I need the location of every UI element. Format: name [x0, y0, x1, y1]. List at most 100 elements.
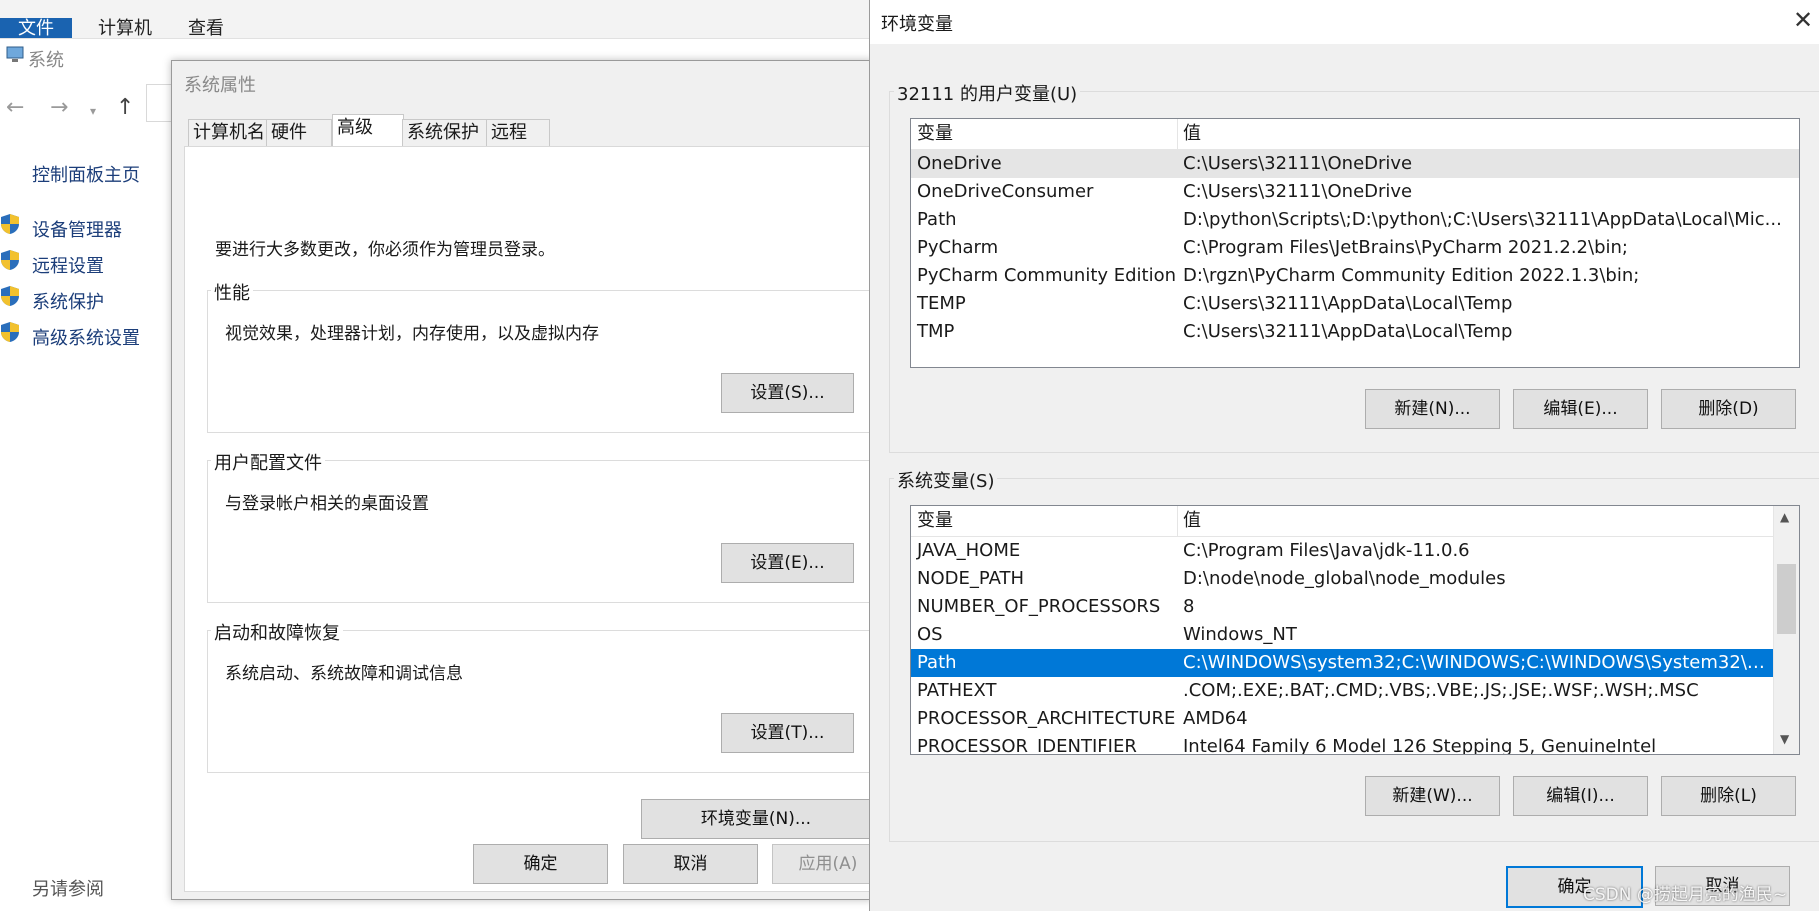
- user-delete-button[interactable]: 删除(D): [1661, 389, 1796, 429]
- table-row[interactable]: PROCESSOR_ARCHITECTURE AMD64: [911, 705, 1773, 733]
- chevron-down-icon[interactable]: ▾: [90, 104, 96, 118]
- row-variable: Path: [917, 652, 957, 673]
- control-panel-home-link[interactable]: 控制面板主页: [32, 161, 140, 187]
- tab-remote[interactable]: 远程: [486, 119, 550, 146]
- dialog-title: 环境变量: [881, 14, 953, 35]
- close-icon[interactable]: ✕: [1793, 6, 1813, 34]
- table-row[interactable]: NUMBER_OF_PROCESSORS 8: [911, 593, 1773, 621]
- row-variable: TMP: [917, 321, 955, 342]
- list-header: 变量 值: [911, 506, 1773, 537]
- row-value: C:\WINDOWS\system32;C:\WINDOWS;C:\WINDOW…: [1183, 652, 1765, 673]
- system-variables-label: 系统变量(S): [894, 467, 998, 493]
- startup-recovery-group-label: 启动和故障恢复: [211, 619, 343, 645]
- table-row[interactable]: OS Windows_NT: [911, 621, 1773, 649]
- row-variable: PROCESSOR_ARCHITECTURE: [917, 708, 1176, 729]
- performance-settings-button[interactable]: 设置(S)...: [721, 373, 854, 413]
- system-variables-list[interactable]: 变量 值 JAVA_HOME C:\Program Files\Java\jdk-…: [910, 505, 1800, 755]
- sidebar-item-system-protection[interactable]: 系统保护: [32, 288, 104, 314]
- row-value: D:\rgzn\PyCharm Community Edition 2022.1…: [1183, 265, 1640, 286]
- ribbon-tab-computer[interactable]: 计算机: [80, 18, 170, 39]
- table-row[interactable]: Path D:\python\Scripts\;D:\python\;C:\Use…: [911, 206, 1799, 234]
- sidebar-item-remote-settings[interactable]: 远程设置: [32, 252, 104, 278]
- row-variable: NUMBER_OF_PROCESSORS: [917, 596, 1161, 617]
- uac-shield-icon: [0, 321, 20, 343]
- row-value: AMD64: [1183, 708, 1248, 729]
- user-profiles-settings-button[interactable]: 设置(E)...: [721, 543, 854, 583]
- row-value: .COM;.EXE;.BAT;.CMD;.VBS;.VBE;.JS;.JSE;.…: [1183, 680, 1699, 701]
- user-variables-label: 32111 的用户变量(U): [894, 80, 1081, 106]
- uac-shield-icon: [0, 249, 20, 271]
- watermark-text: CSDN @捞起月亮的渔民~: [1583, 885, 1788, 905]
- ribbon-tab-file[interactable]: 文件: [0, 18, 72, 39]
- row-value: Windows_NT: [1183, 624, 1297, 645]
- column-divider[interactable]: [1177, 119, 1178, 149]
- user-variables-list[interactable]: 变量 值 OneDrive C:\Users\32111\OneDrive One…: [910, 118, 1800, 368]
- up-icon[interactable]: ↑: [116, 95, 134, 120]
- user-profiles-desc: 与登录帐户相关的桌面设置: [225, 494, 429, 514]
- scroll-down-icon[interactable]: ▼: [1780, 732, 1789, 746]
- scrollbar-thumb[interactable]: [1777, 564, 1796, 634]
- tab-panel-advanced: 要进行大多数更改，你必须作为管理员登录。 性能 视觉效果，处理器计划，内存使用，…: [184, 146, 909, 892]
- vertical-scrollbar[interactable]: ▲ ▼: [1773, 506, 1799, 754]
- system-edit-button[interactable]: 编辑(I)...: [1513, 776, 1648, 816]
- column-header-variable[interactable]: 变量: [917, 119, 953, 149]
- table-row[interactable]: TEMP C:\Users\32111\AppData\Local\Temp: [911, 290, 1799, 318]
- column-header-value[interactable]: 值: [1183, 506, 1765, 536]
- tab-advanced[interactable]: 高级: [332, 114, 404, 148]
- forward-icon[interactable]: →: [50, 95, 68, 120]
- table-row[interactable]: PATHEXT .COM;.EXE;.BAT;.CMD;.VBS;.VBE;.JS…: [911, 677, 1773, 705]
- sidebar-item-advanced-settings[interactable]: 高级系统设置: [32, 324, 140, 350]
- performance-group-label: 性能: [211, 279, 253, 305]
- ok-button[interactable]: 确定: [473, 844, 608, 884]
- row-variable: Path: [917, 209, 957, 230]
- table-row[interactable]: PROCESSOR_IDENTIFIER Intel64 Family 6 Mod…: [911, 733, 1773, 755]
- row-value: C:\Users\32111\AppData\Local\Temp: [1183, 293, 1513, 314]
- row-value: C:\Users\32111\AppData\Local\Temp: [1183, 321, 1513, 342]
- sidebar-item-device-manager[interactable]: 设备管理器: [32, 216, 122, 242]
- row-value: C:\Users\32111\OneDrive: [1183, 153, 1413, 174]
- row-value: C:\Users\32111\OneDrive: [1183, 181, 1413, 202]
- table-row[interactable]: PyCharm C:\Program Files\JetBrains\PyChar…: [911, 234, 1799, 262]
- user-profiles-group-label: 用户配置文件: [211, 449, 325, 475]
- row-variable: OS: [917, 624, 943, 645]
- address-bar[interactable]: [146, 84, 173, 122]
- table-row[interactable]: JAVA_HOME C:\Program Files\Java\jdk-11.0.…: [911, 537, 1773, 565]
- row-variable: JAVA_HOME: [917, 540, 1021, 561]
- table-row-selected[interactable]: Path C:\WINDOWS\system32;C:\WINDOWS;C:\WI…: [911, 649, 1773, 677]
- apply-button[interactable]: 应用(A): [772, 844, 884, 884]
- back-icon[interactable]: ←: [6, 95, 24, 120]
- row-value: D:\python\Scripts\;D:\python\;C:\Users\3…: [1183, 209, 1782, 230]
- address-label: 系统: [28, 50, 64, 71]
- row-value: C:\Program Files\JetBrains\PyCharm 2021.…: [1183, 237, 1628, 258]
- system-new-button[interactable]: 新建(W)...: [1365, 776, 1500, 816]
- tab-computer-name[interactable]: 计算机名: [188, 119, 274, 146]
- row-variable: NODE_PATH: [917, 568, 1025, 589]
- system-properties-dialog: 系统属性 计算机名 硬件 高级 系统保护 远程 要进行大多数更改，你必须作为管理…: [171, 60, 909, 900]
- system-delete-button[interactable]: 删除(L): [1661, 776, 1796, 816]
- environment-variables-button[interactable]: 环境变量(N)...: [641, 799, 871, 839]
- user-edit-button[interactable]: 编辑(E)...: [1513, 389, 1648, 429]
- table-row[interactable]: NODE_PATH D:\node\node_global\node_module…: [911, 565, 1773, 593]
- scroll-up-icon[interactable]: ▲: [1780, 510, 1789, 524]
- column-header-variable[interactable]: 变量: [917, 506, 953, 536]
- startup-recovery-settings-button[interactable]: 设置(T)...: [721, 713, 854, 753]
- tab-hardware[interactable]: 硬件: [266, 119, 332, 146]
- table-row[interactable]: OneDrive C:\Users\32111\OneDrive: [911, 150, 1799, 178]
- row-variable: PyCharm Community Edition: [917, 265, 1177, 286]
- row-value: Intel64 Family 6 Model 126 Stepping 5, G…: [1183, 736, 1657, 755]
- table-row[interactable]: PyCharm Community Edition D:\rgzn\PyCharm…: [911, 262, 1799, 290]
- tab-system-protection[interactable]: 系统保护: [402, 119, 492, 146]
- environment-variables-dialog: 环境变量 ✕ 32111 的用户变量(U) 变量 值 OneDrive C:\Us…: [869, 0, 1819, 911]
- row-variable: OneDriveConsumer: [917, 181, 1094, 202]
- table-row[interactable]: TMP C:\Users\32111\AppData\Local\Temp: [911, 318, 1799, 346]
- column-header-value[interactable]: 值: [1183, 119, 1791, 149]
- user-new-button[interactable]: 新建(N)...: [1365, 389, 1500, 429]
- column-divider[interactable]: [1177, 506, 1178, 536]
- cancel-button[interactable]: 取消: [623, 844, 758, 884]
- row-variable: OneDrive: [917, 153, 1002, 174]
- dialog-title: 系统属性: [184, 75, 256, 96]
- table-row[interactable]: OneDriveConsumer C:\Users\32111\OneDrive: [911, 178, 1799, 206]
- ribbon-tab-view[interactable]: 查看: [170, 18, 242, 39]
- title-bar: [870, 0, 1819, 44]
- uac-shield-icon: [0, 213, 20, 235]
